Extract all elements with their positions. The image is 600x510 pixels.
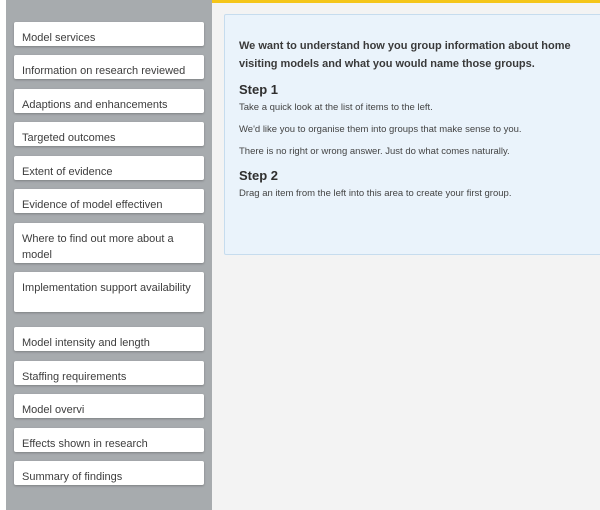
card-item[interactable]: Staffing requirements [14,361,204,385]
card-item[interactable]: Summary of findings [14,461,204,485]
card-item[interactable]: Targeted outcomes [14,122,204,146]
card-item[interactable]: Model overvi [14,394,204,418]
card-item[interactable]: Implementation support availability [14,272,204,312]
step-1-line: We'd like you to organise them into grou… [239,124,522,135]
step-1-title: Step 1 [239,82,279,97]
card-item[interactable]: Extent of evidence [14,156,204,180]
card-item[interactable]: Effects shown in research [14,428,204,452]
card-item[interactable]: Evidence of model effectiven [14,189,204,213]
step-2-title: Step 2 [239,168,279,183]
instructions-intro: We want to understand how you group info… [239,40,571,70]
card-item[interactable]: Adaptions and enhancements [14,89,204,113]
step-1-line: Take a quick look at the list of items t… [239,102,433,113]
card-item[interactable]: Model services [14,22,204,46]
step-2-line: Drag an item from the left into this are… [239,188,512,199]
top-accent-bar [212,0,600,3]
group-drop-zone[interactable]: We want to understand how you group info… [224,14,600,255]
card-item[interactable]: Information on research reviewed [14,55,204,79]
card-item[interactable]: Where to find out more about a model [14,223,204,263]
card-item[interactable]: Model intensity and length [14,327,204,351]
step-1-line: There is no right or wrong answer. Just … [239,146,510,157]
